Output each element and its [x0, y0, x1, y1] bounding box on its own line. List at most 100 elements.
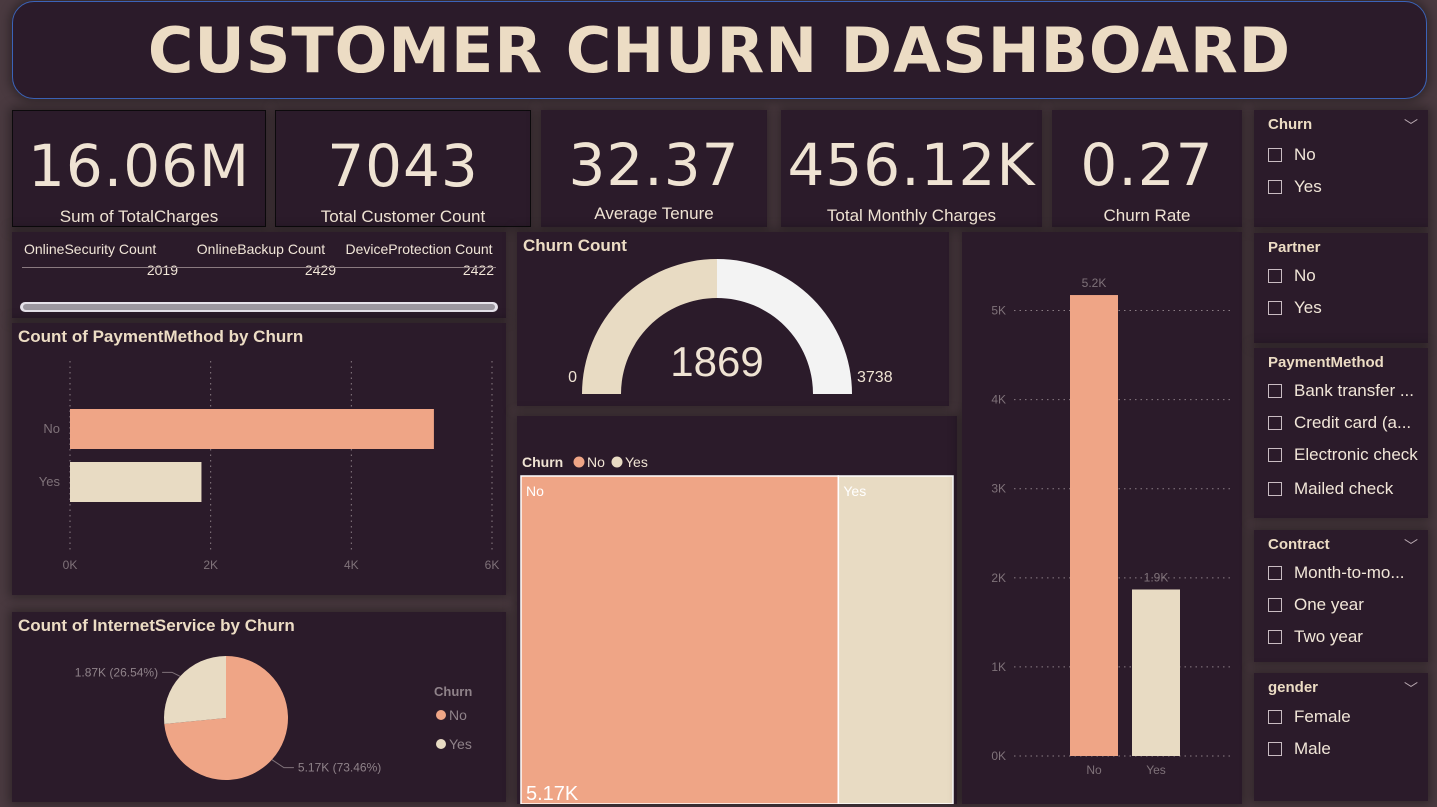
checkbox[interactable] [1268, 630, 1282, 644]
chevron-down-icon[interactable]: ﹀ [1404, 679, 1418, 699]
slicer-option[interactable]: Month-to-mo... [1268, 563, 1405, 583]
slicer-gender[interactable]: gender ﹀ Female Male [1254, 673, 1428, 801]
chevron-down-icon[interactable]: ﹀ [1404, 536, 1418, 556]
kpi-label: Sum of TotalCharges [59, 207, 219, 226]
checkbox[interactable] [1268, 598, 1282, 612]
column-header[interactable]: OnlineSecurity Count [24, 241, 182, 257]
service-count-table[interactable]: OnlineSecurity Count OnlineBackup Count … [12, 232, 506, 318]
legend-marker-yes [436, 739, 446, 749]
option-label: Credit card (a... [1294, 413, 1412, 432]
bar-yes [1132, 589, 1180, 756]
horizontal-scrollbar[interactable] [20, 302, 498, 312]
y-tick-label: 2K [991, 571, 1006, 585]
kpi-value: 16.06M [27, 132, 251, 200]
slicer-payment-method[interactable]: PaymentMethod Bank transfer ... Credit c… [1254, 348, 1428, 518]
kpi-label: Average Tenure [594, 204, 714, 223]
slicer-option[interactable]: Credit card (a... [1268, 413, 1411, 433]
y-tick-label: 3K [991, 482, 1006, 496]
bar-no [1070, 295, 1118, 756]
slicer-option[interactable]: One year [1268, 595, 1364, 615]
slicer-option[interactable]: Electronic check [1268, 445, 1418, 465]
data-label: 1.9K [1144, 570, 1169, 584]
x-tick-label: 4K [344, 558, 359, 572]
kpi-label: Total Customer Count [320, 207, 486, 226]
kpi-customer-count[interactable]: 7043 Total Customer Count [275, 110, 531, 227]
kpi-label: Churn Rate [1103, 206, 1191, 225]
internet-service-chart[interactable]: Count of InternetService by Churn 5.17K … [12, 612, 506, 802]
treemap-cell-no [520, 475, 840, 804]
checkbox[interactable] [1268, 269, 1282, 283]
option-label: Two year [1294, 627, 1363, 646]
checkbox[interactable] [1268, 448, 1282, 462]
checkbox[interactable] [1268, 416, 1282, 430]
column-header[interactable]: OnlineBackup Count [182, 241, 340, 257]
kpi-average-tenure[interactable]: 32.37 Average Tenure [541, 110, 767, 227]
checkbox[interactable] [1268, 710, 1282, 724]
checkbox[interactable] [1268, 180, 1282, 194]
kpi-label: Total Monthly Charges [826, 206, 997, 225]
kpi-value: 7043 [327, 132, 479, 200]
option-label: Yes [1294, 298, 1322, 317]
treemap-cell-value: 5.17K [526, 783, 579, 804]
slicer-option[interactable]: Female [1268, 707, 1351, 727]
slicer-option[interactable]: Yes [1268, 298, 1322, 318]
slicer-option[interactable]: Two year [1268, 627, 1363, 647]
churn-column-svg: 0K 1K 2K 3K 4K 5K 5.2K No 1.9K Yes [991, 276, 1234, 777]
legend-title: Churn [434, 684, 472, 699]
slicer-option[interactable]: Male [1268, 739, 1331, 759]
payment-method-bar-svg: 0K 2K 4K 6K No Yes [39, 361, 499, 572]
churn-column-chart[interactable]: 0K 1K 2K 3K 4K 5K 5.2K No 1.9K Yes [962, 232, 1242, 804]
slicer-option[interactable]: No [1268, 266, 1316, 286]
y-tick-label: Yes [39, 474, 61, 489]
gauge-svg: 1869 0 3738 [568, 259, 893, 394]
slicer-option[interactable]: Yes [1268, 177, 1322, 197]
slicer-contract[interactable]: Contract ﹀ Month-to-mo... One year Two y… [1254, 530, 1428, 662]
x-tick-label: Yes [1146, 763, 1166, 777]
kpi-total-charges[interactable]: 16.06M Sum of TotalCharges [12, 110, 266, 227]
checkbox[interactable] [1268, 384, 1282, 398]
option-label: Male [1294, 739, 1331, 758]
checkbox[interactable] [1268, 742, 1282, 756]
option-label: One year [1294, 595, 1364, 614]
table-header: OnlineSecurity Count OnlineBackup Count … [12, 232, 506, 257]
checkbox[interactable] [1268, 482, 1282, 496]
bar-yes [70, 462, 202, 502]
churn-treemap[interactable]: Churn No Yes No 5.17K Yes [517, 416, 957, 804]
y-tick-label: 5K [991, 304, 1006, 318]
x-tick-label: 0K [63, 558, 78, 572]
treemap-cell-yes [837, 475, 954, 804]
slicer-option[interactable]: Bank transfer ... [1268, 381, 1414, 401]
chevron-down-icon[interactable]: ﹀ [1404, 116, 1418, 136]
gauge-value: 1869 [670, 338, 763, 385]
leader-line [162, 671, 181, 677]
option-label: Bank transfer ... [1294, 381, 1414, 400]
y-tick-label: No [43, 421, 60, 436]
legend-marker-no [436, 710, 446, 720]
slicer-option[interactable]: Mailed check [1268, 479, 1393, 499]
x-tick-label: 2K [203, 558, 218, 572]
legend-label: No [587, 454, 605, 470]
y-tick-label: 1K [991, 660, 1006, 674]
slicer-churn[interactable]: Churn ﹀ No Yes [1254, 110, 1428, 227]
churn-count-gauge[interactable]: Churn Count 1869 0 3738 [517, 232, 949, 406]
pie-data-label: 5.17K (73.46%) [298, 761, 381, 775]
checkbox[interactable] [1268, 301, 1282, 315]
dashboard-header: CUSTOMER CHURN DASHBOARD [12, 1, 1427, 99]
payment-method-chart[interactable]: Count of PaymentMethod by Churn 0K 2K 4K 6K… [12, 323, 506, 595]
column-header[interactable]: DeviceProtection Count [340, 241, 498, 257]
slicer-partner[interactable]: Partner No Yes [1254, 233, 1428, 343]
slicer-option[interactable]: No [1268, 145, 1316, 165]
kpi-churn-rate[interactable]: 0.27 Churn Rate [1052, 110, 1242, 227]
legend-marker-yes [611, 456, 623, 468]
table-cell: 2429 [304, 262, 336, 278]
checkbox[interactable] [1268, 148, 1282, 162]
leader-line [271, 759, 294, 769]
checkbox[interactable] [1268, 566, 1282, 580]
slicer-title: Contract [1268, 536, 1330, 553]
kpi-monthly-charges[interactable]: 456.12K Total Monthly Charges [781, 110, 1042, 227]
kpi-value: 32.37 [568, 131, 740, 199]
scrollbar-thumb[interactable] [23, 304, 495, 310]
option-label: Mailed check [1294, 479, 1394, 498]
dashboard-title: CUSTOMER CHURN DASHBOARD [147, 13, 1292, 87]
slicer-title: Churn [1268, 116, 1313, 133]
